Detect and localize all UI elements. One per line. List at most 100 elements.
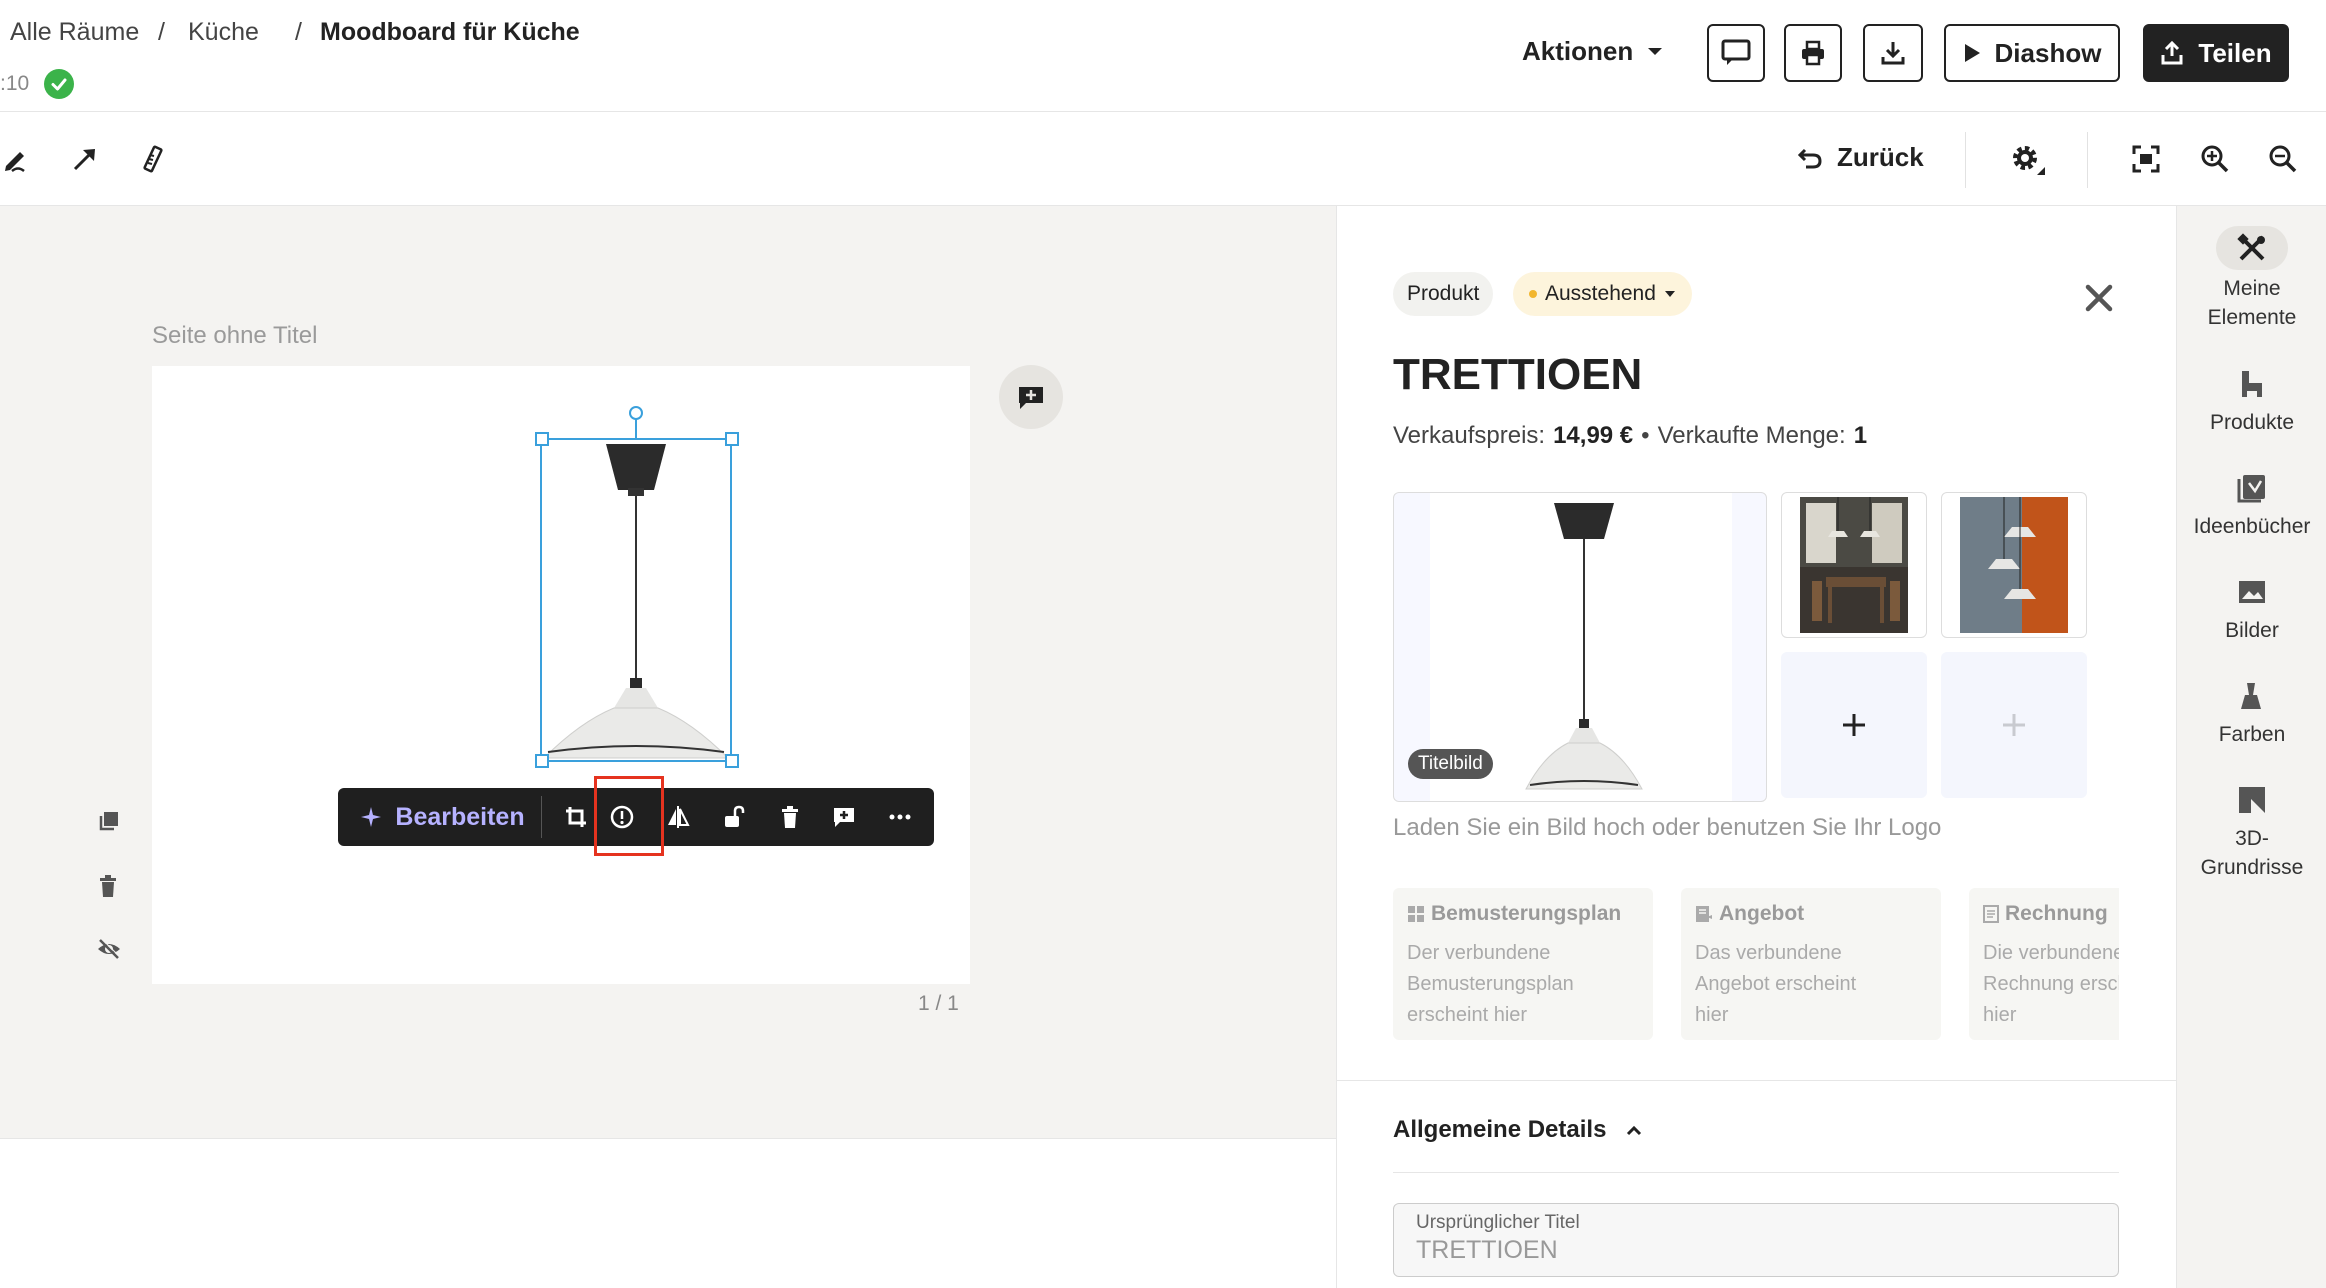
pen-tool[interactable] <box>0 142 34 176</box>
cover-image[interactable]: Titelbild <box>1393 492 1767 802</box>
page-strip <box>0 1138 1336 1288</box>
download-icon <box>1881 42 1905 65</box>
rail-item-colors[interactable]: Farben <box>2177 676 2326 749</box>
arrow-tool[interactable] <box>68 142 102 176</box>
sample-plan-card[interactable]: Bemusterungsplan Der verbundene Bemusteru… <box>1393 888 1653 1040</box>
canvas-page-title[interactable]: Seite ohne Titel <box>152 322 317 350</box>
delete-element-button[interactable] <box>768 788 812 846</box>
rail-item-products[interactable]: Produkte <box>2177 364 2326 437</box>
highlight-box <box>594 776 664 856</box>
page-counter: 1 / 1 <box>918 992 959 1015</box>
lock-button[interactable] <box>712 788 756 846</box>
breadcrumb-separator: / <box>158 18 165 46</box>
zoom-out-button[interactable] <box>2266 142 2300 176</box>
add-comment-button[interactable] <box>822 788 866 846</box>
rotate-handle[interactable] <box>629 406 643 420</box>
zoom-in-button[interactable] <box>2198 142 2232 176</box>
resize-handle[interactable] <box>535 432 549 446</box>
status-dot <box>1529 290 1537 298</box>
arrow-icon <box>73 149 95 171</box>
cover-badge: Titelbild <box>1408 749 1493 779</box>
page-comment-button[interactable] <box>999 365 1063 429</box>
gallery-thumbnail[interactable] <box>1941 492 2087 638</box>
card-title: Rechnung <box>2005 902 2108 925</box>
images-icon <box>2232 572 2272 612</box>
my-elements-icon <box>2216 226 2288 270</box>
breadcrumb-kitchen[interactable]: Küche <box>188 18 259 47</box>
delete-page-button[interactable] <box>98 874 120 898</box>
actions-label: Aktionen <box>1522 36 1634 66</box>
pen-icon <box>5 152 25 173</box>
price-label: Verkaufspreis: <box>1393 422 1546 449</box>
rail-item-floorplans[interactable]: 3D- Grundrisse <box>2177 780 2326 882</box>
status-dropdown[interactable]: Ausstehend <box>1513 272 1692 316</box>
diashow-label: Diashow <box>1994 37 2102 68</box>
card-title: Bemusterungsplan <box>1431 902 1622 925</box>
card-desc: Angebot erscheint <box>1695 973 1857 995</box>
quote-card[interactable]: Angebot Das verbundene Angebot erscheint h… <box>1681 888 1941 1040</box>
general-details-toggle[interactable]: Allgemeine Details <box>1393 1116 1642 1144</box>
canvas-area[interactable]: Seite ohne Titel Bearbeiten 1 / 1 <box>0 206 1336 1138</box>
rail-label: Meine <box>2223 277 2281 300</box>
diashow-button[interactable]: Diashow <box>1944 24 2120 82</box>
rail-label: Grundrisse <box>2200 856 2304 879</box>
card-desc: erscheint hier <box>1407 1004 1528 1026</box>
fit-screen-icon <box>2132 145 2160 173</box>
resize-handle[interactable] <box>725 754 739 768</box>
editor-toolbar: Zurück <box>0 112 2326 206</box>
invoice-card[interactable]: Rechnung Die verbundene Rechnung erschein… <box>1969 888 2119 1040</box>
dining-room-photo <box>1800 497 1908 633</box>
download-button[interactable] <box>1863 24 1923 82</box>
board-page[interactable]: Bearbeiten <box>152 366 970 984</box>
crop-button[interactable] <box>554 788 598 846</box>
trash-icon <box>782 806 798 828</box>
invoice-icon <box>1983 905 1999 923</box>
fit-screen-button[interactable] <box>2129 142 2163 176</box>
gallery-thumbnail[interactable] <box>1781 492 1927 638</box>
original-title-field[interactable]: Ursprünglicher Titel TRETTIOEN <box>1393 1203 2119 1277</box>
print-icon <box>1802 40 1824 66</box>
more-icon <box>889 814 911 820</box>
settings-button[interactable] <box>2006 142 2048 176</box>
add-image-button[interactable] <box>1781 652 1927 798</box>
card-desc: Die verbundene <box>1983 942 2119 964</box>
more-options-button[interactable] <box>878 788 922 846</box>
product-detail-panel: Produkt Ausstehend TRETTIOEN Verkaufspre… <box>1336 206 2177 1288</box>
hide-page-button[interactable] <box>96 938 122 960</box>
chevron-down-icon <box>1648 47 1663 55</box>
duplicate-page-button[interactable] <box>98 810 120 832</box>
breadcrumb-all-rooms[interactable]: Alle Räume <box>10 18 139 47</box>
rail-label: Farben <box>2218 723 2286 746</box>
close-panel-button[interactable] <box>2083 282 2115 314</box>
share-button[interactable]: Teilen <box>2143 24 2289 82</box>
undo-button[interactable]: Zurück <box>1797 142 1924 173</box>
toolbar-divider <box>2087 132 2088 188</box>
eye-off-icon <box>98 938 121 959</box>
rail-label: Elemente <box>2207 306 2297 329</box>
ruler-tool[interactable] <box>136 142 170 176</box>
comments-button[interactable] <box>1707 24 1765 82</box>
add-image-button-disabled <box>1941 652 2087 798</box>
rail-item-images[interactable]: Bilder <box>2177 572 2326 645</box>
qty-value: 1 <box>1853 422 1868 449</box>
selected-lamp-image[interactable] <box>540 438 732 762</box>
rail-item-ideabooks[interactable]: Ideenbücher <box>2177 468 2326 541</box>
edit-image-button[interactable]: Bearbeiten <box>352 788 532 846</box>
rail-item-my-elements[interactable]: Meine Elemente <box>2177 226 2326 332</box>
rail-label: Ideenbücher <box>2193 515 2311 538</box>
divider <box>1337 1080 2177 1081</box>
unlock-icon <box>725 805 745 827</box>
products-icon <box>2232 364 2272 404</box>
resize-handle[interactable] <box>725 432 739 446</box>
print-button[interactable] <box>1784 24 1842 82</box>
chevron-up-icon <box>1627 1125 1642 1136</box>
price-value: 14,99 € <box>1553 422 1634 449</box>
card-desc: Das verbundene <box>1695 942 1842 964</box>
lamps-wall-photo <box>1960 497 2068 633</box>
save-time: :10 <box>0 72 30 95</box>
actions-dropdown[interactable]: Aktionen <box>1522 36 1663 67</box>
share-label: Teilen <box>2198 37 2272 68</box>
resize-handle[interactable] <box>535 754 549 768</box>
right-rail: Meine Elemente Produkte Ideenbücher Bild… <box>2176 206 2326 1288</box>
edit-image-label: Bearbeiten <box>395 802 525 831</box>
